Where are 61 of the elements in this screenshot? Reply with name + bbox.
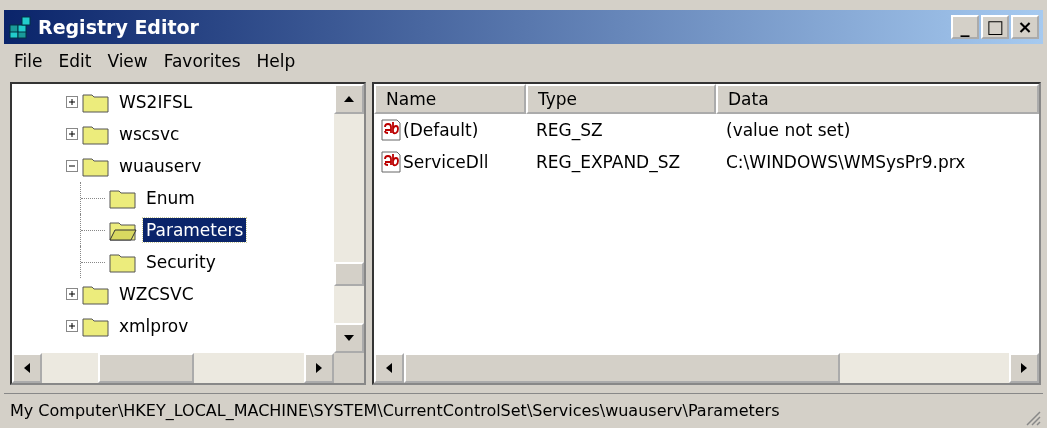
scroll-down-button[interactable]: [334, 323, 364, 353]
maximize-button[interactable]: □: [981, 15, 1009, 39]
table-cell: (Default): [403, 120, 479, 140]
tree-item[interactable]: Parameters: [143, 218, 247, 242]
menu-item[interactable]: View: [107, 51, 148, 71]
minimize-button[interactable]: _: [951, 15, 979, 39]
string-value-icon: [380, 151, 402, 173]
expander-icon[interactable]: [66, 288, 78, 300]
menu-item[interactable]: File: [14, 51, 43, 71]
window-title: Registry Editor: [38, 16, 200, 38]
expander-icon[interactable]: [66, 320, 78, 332]
horizontal-scrollbar[interactable]: [374, 353, 1039, 383]
right-arrow-icon: [315, 362, 323, 374]
tree-item[interactable]: wscsvc: [116, 122, 183, 146]
right-arrow-icon: [1020, 362, 1028, 374]
folder-icon: [82, 155, 110, 177]
scroll-thumb[interactable]: [334, 262, 364, 286]
scroll-thumb[interactable]: [404, 353, 840, 383]
folder-icon: [82, 315, 110, 337]
folder-icon: [82, 123, 110, 145]
table-cell-text: C:\WINDOWS\WMSysPr9.prx: [725, 152, 967, 172]
folder-icon: [82, 91, 110, 113]
scroll-right-button[interactable]: [304, 353, 334, 383]
expander-icon[interactable]: [66, 128, 78, 140]
column-header[interactable]: Name: [374, 84, 526, 114]
scroll-left-button[interactable]: [12, 353, 42, 383]
expander-icon[interactable]: [66, 96, 78, 108]
vertical-scrollbar[interactable]: [334, 84, 364, 353]
left-arrow-icon: [385, 362, 393, 374]
close-button[interactable]: ×: [1011, 15, 1039, 39]
folder-icon: [109, 187, 137, 209]
scrollbar-corner: [334, 353, 364, 383]
menu-item[interactable]: Favorites: [163, 51, 241, 71]
horizontal-scrollbar[interactable]: [12, 353, 364, 383]
folder-icon: [109, 251, 137, 273]
table-cell: ServiceDll: [403, 152, 489, 172]
string-value-icon: [380, 119, 402, 141]
left-arrow-icon: [23, 362, 31, 374]
status-text: My Computer\HKEY_LOCAL_MACHINE\SYSTEM\CurrentControlSet\Services\wuauserv\Parameters: [9, 400, 781, 420]
folder-icon: [82, 283, 110, 305]
down-arrow-icon: [343, 334, 355, 342]
tree-item[interactable]: WS2IFSL: [116, 90, 196, 114]
scroll-up-button[interactable]: [334, 84, 364, 114]
scroll-left-button[interactable]: [374, 353, 404, 383]
menu-item[interactable]: Edit: [58, 51, 92, 71]
scroll-thumb[interactable]: [98, 353, 194, 383]
table-cell-text: REG_SZ: [535, 120, 604, 140]
table-cell-text: REG_EXPAND_SZ: [535, 152, 682, 172]
scroll-right-button[interactable]: [1009, 353, 1039, 383]
tree-item[interactable]: xmlprov: [116, 314, 192, 338]
column-header[interactable]: Type: [526, 84, 716, 114]
open-folder-icon: [109, 219, 137, 241]
tree-item[interactable]: wuauserv: [116, 154, 205, 178]
tree-item[interactable]: Enum: [143, 186, 198, 210]
table-cell-text: (value not set): [725, 120, 852, 140]
menu-item[interactable]: Help: [256, 51, 296, 71]
tree-item[interactable]: Security: [143, 250, 219, 274]
up-arrow-icon: [343, 95, 355, 103]
column-header[interactable]: Data: [716, 84, 1039, 114]
cubes-icon: [8, 15, 34, 39]
tree-item[interactable]: WZCSVC: [116, 282, 197, 306]
